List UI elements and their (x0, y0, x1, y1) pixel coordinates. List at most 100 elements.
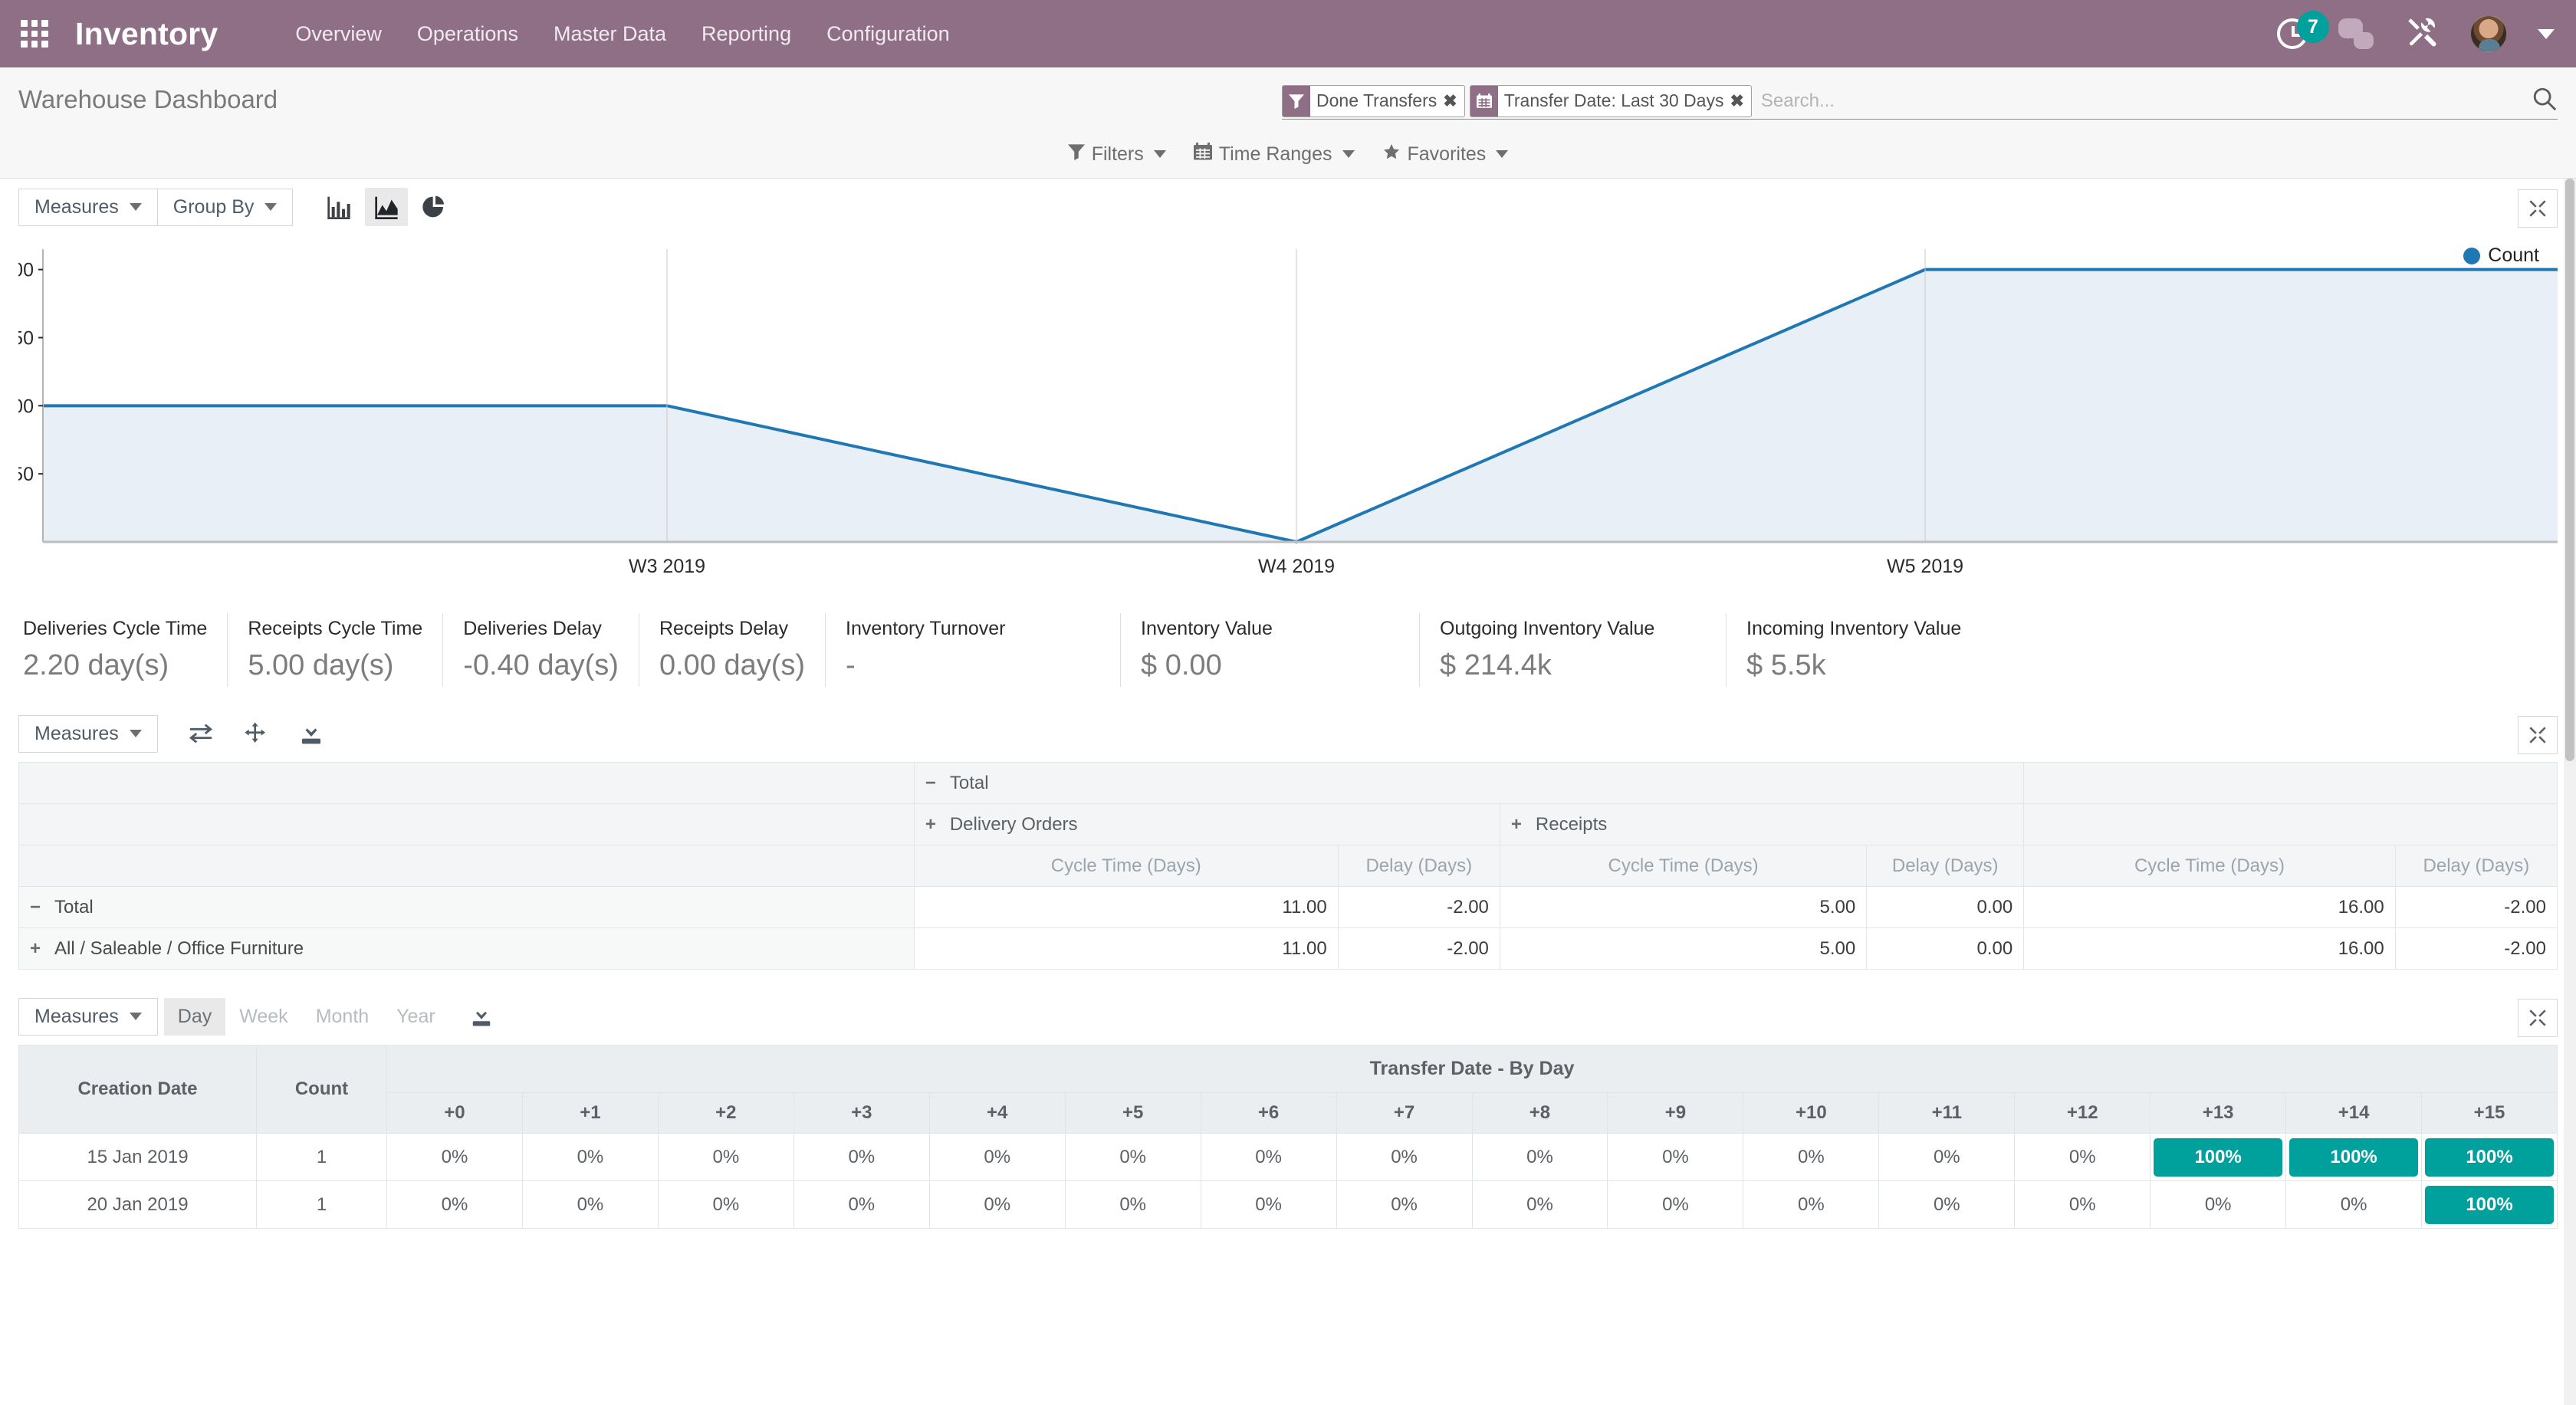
expand-toggle-icon[interactable]: + (925, 814, 942, 835)
flip-axis-icon[interactable] (179, 714, 222, 753)
pivot-cell[interactable]: 16.00 (2023, 886, 2396, 928)
pivot-group-delivery-orders[interactable]: + Delivery Orders (913, 803, 1500, 845)
cohort-cell-value[interactable]: 0% (1471, 1180, 1608, 1229)
pivot-cell[interactable]: 5.00 (1499, 927, 1868, 970)
apps-grid-icon[interactable] (14, 13, 55, 54)
cohort-cell-value[interactable]: 0% (521, 1133, 659, 1181)
pivot-cell[interactable]: -2.00 (1337, 886, 1500, 928)
cohort-cell-value[interactable]: 0% (793, 1180, 930, 1229)
cohort-cell-value[interactable]: 0% (1200, 1180, 1337, 1229)
pivot-expand-button[interactable] (2518, 716, 2558, 754)
cohort-cell-value[interactable]: 0% (1064, 1180, 1201, 1229)
cohort-cell-count[interactable]: 1 (256, 1180, 387, 1229)
download-xlsx-icon[interactable] (460, 997, 503, 1036)
expand-toggle-icon[interactable]: + (1511, 814, 1528, 835)
pivot-cell[interactable]: 11.00 (913, 886, 1339, 928)
graph-measures-button[interactable]: Measures (18, 188, 158, 226)
cohort-cell-value[interactable]: 0% (1471, 1133, 1608, 1181)
pivot-cell[interactable]: 11.00 (913, 927, 1339, 970)
activity-menu[interactable]: 7 (2277, 11, 2329, 49)
menu-item-operations[interactable]: Operations (399, 1, 536, 67)
app-brand-inventory[interactable]: Inventory (75, 16, 218, 52)
cohort-cell-value[interactable]: 0% (1336, 1180, 1473, 1229)
pivot-cell[interactable]: -2.00 (2394, 886, 2558, 928)
facet-done-transfers[interactable]: Done Transfers ✖ (1282, 84, 1465, 117)
pivot-total-header[interactable]: − Total (913, 762, 2025, 804)
cohort-expand-button[interactable] (2518, 999, 2558, 1037)
menu-item-overview[interactable]: Overview (278, 1, 399, 67)
cohort-measures-button[interactable]: Measures (18, 997, 158, 1036)
pivot-col-header[interactable]: Delay (Days) (2394, 845, 2558, 887)
pivot-cell[interactable]: -2.00 (2394, 927, 2558, 970)
cohort-cell-date[interactable]: 15 Jan 2019 (18, 1133, 257, 1181)
pivot-col-header[interactable]: Cycle Time (Days) (913, 845, 1339, 887)
pivot-cell[interactable]: 0.00 (1866, 927, 2025, 970)
cohort-cell-value[interactable]: 0% (2014, 1133, 2151, 1181)
area-chart[interactable]: Count 0.50 1.00 1.50 2.00 W3 2019 W4 2019 W5 2… (0, 235, 2558, 599)
pivot-col-header[interactable]: Cycle Time (Days) (2023, 845, 2396, 887)
cohort-cell-value[interactable]: 0% (1878, 1133, 2016, 1181)
cohort-cell-value[interactable]: 100% (2150, 1133, 2287, 1181)
scrollbar-thumb[interactable] (2565, 179, 2574, 761)
time-ranges-dropdown[interactable]: Time Ranges (1180, 138, 1368, 171)
cohort-cell-value[interactable]: 0% (657, 1180, 794, 1229)
menu-item-reporting[interactable]: Reporting (684, 1, 809, 67)
search-icon[interactable] (2524, 86, 2558, 116)
cohort-cell-value[interactable]: 0% (386, 1180, 523, 1229)
developer-tools-icon[interactable] (2404, 15, 2440, 53)
cohort-cell-value[interactable]: 100% (2421, 1180, 2558, 1229)
cohort-cell-value[interactable]: 0% (657, 1133, 794, 1181)
facet-transfer-date[interactable]: Transfer Date: Last 30 Days ✖ (1469, 84, 1752, 117)
cohort-cell-value[interactable]: 100% (2285, 1133, 2423, 1181)
bar-chart-icon[interactable] (317, 188, 360, 226)
collapse-toggle-icon[interactable]: − (30, 897, 47, 918)
interval-tab-week[interactable]: Week (225, 998, 301, 1036)
cohort-cell-count[interactable]: 1 (256, 1133, 387, 1181)
menu-item-configuration[interactable]: Configuration (809, 1, 968, 67)
pivot-col-header[interactable]: Cycle Time (Days) (1499, 845, 1868, 887)
messaging-chat-icon[interactable] (2338, 18, 2374, 49)
cohort-cell-value[interactable]: 0% (1064, 1133, 1201, 1181)
cohort-cell-value[interactable]: 0% (1743, 1180, 1880, 1229)
facet-remove-icon[interactable]: ✖ (1443, 86, 1464, 117)
cohort-cell-value[interactable]: 100% (2421, 1133, 2558, 1181)
pivot-measures-button[interactable]: Measures (18, 714, 158, 753)
pivot-cell[interactable]: 0.00 (1866, 886, 2025, 928)
cohort-cell-value[interactable]: 0% (2014, 1180, 2151, 1229)
download-xlsx-icon[interactable] (290, 714, 333, 753)
line-chart-icon[interactable] (365, 188, 409, 226)
pivot-cell[interactable]: -2.00 (1337, 927, 1500, 970)
cohort-cell-date[interactable]: 20 Jan 2019 (18, 1180, 257, 1229)
facet-remove-icon[interactable]: ✖ (1730, 86, 1750, 117)
search-input[interactable] (1756, 90, 2524, 112)
interval-tab-day[interactable]: Day (163, 997, 226, 1036)
user-avatar[interactable] (2470, 15, 2507, 52)
favorites-dropdown[interactable]: Favorites (1368, 138, 1523, 171)
pivot-group-receipts[interactable]: + Receipts (1499, 803, 2025, 845)
cohort-cell-value[interactable]: 0% (1878, 1180, 2016, 1229)
page-scrollbar[interactable] (2564, 179, 2576, 1405)
cohort-cell-value[interactable]: 0% (1607, 1133, 1744, 1181)
pivot-row-header-total[interactable]: − Total (18, 886, 915, 928)
pivot-col-header[interactable]: Delay (Days) (1866, 845, 2025, 887)
cohort-cell-value[interactable]: 0% (521, 1180, 659, 1229)
cohort-cell-value[interactable]: 0% (2150, 1180, 2287, 1229)
collapse-toggle-icon[interactable]: − (925, 773, 942, 794)
cohort-cell-value[interactable]: 0% (2285, 1180, 2423, 1229)
pie-chart-icon[interactable] (412, 188, 455, 226)
cohort-cell-value[interactable]: 0% (1200, 1133, 1337, 1181)
cohort-cell-value[interactable]: 0% (1336, 1133, 1473, 1181)
user-menu-caret-icon[interactable] (2538, 28, 2555, 39)
pivot-col-header[interactable]: Delay (Days) (1337, 845, 1500, 887)
pivot-cell[interactable]: 16.00 (2023, 927, 2396, 970)
cohort-cell-value[interactable]: 0% (1607, 1180, 1744, 1229)
cohort-cell-value[interactable]: 0% (1743, 1133, 1880, 1181)
expand-all-icon[interactable] (235, 714, 278, 753)
cohort-cell-value[interactable]: 0% (793, 1133, 930, 1181)
graph-groupby-button[interactable]: Group By (156, 188, 294, 226)
cohort-cell-value[interactable]: 0% (386, 1133, 523, 1181)
interval-tab-year[interactable]: Year (383, 998, 449, 1036)
pivot-cell[interactable]: 5.00 (1499, 886, 1868, 928)
interval-tab-month[interactable]: Month (302, 998, 383, 1036)
cohort-cell-value[interactable]: 0% (928, 1180, 1066, 1229)
